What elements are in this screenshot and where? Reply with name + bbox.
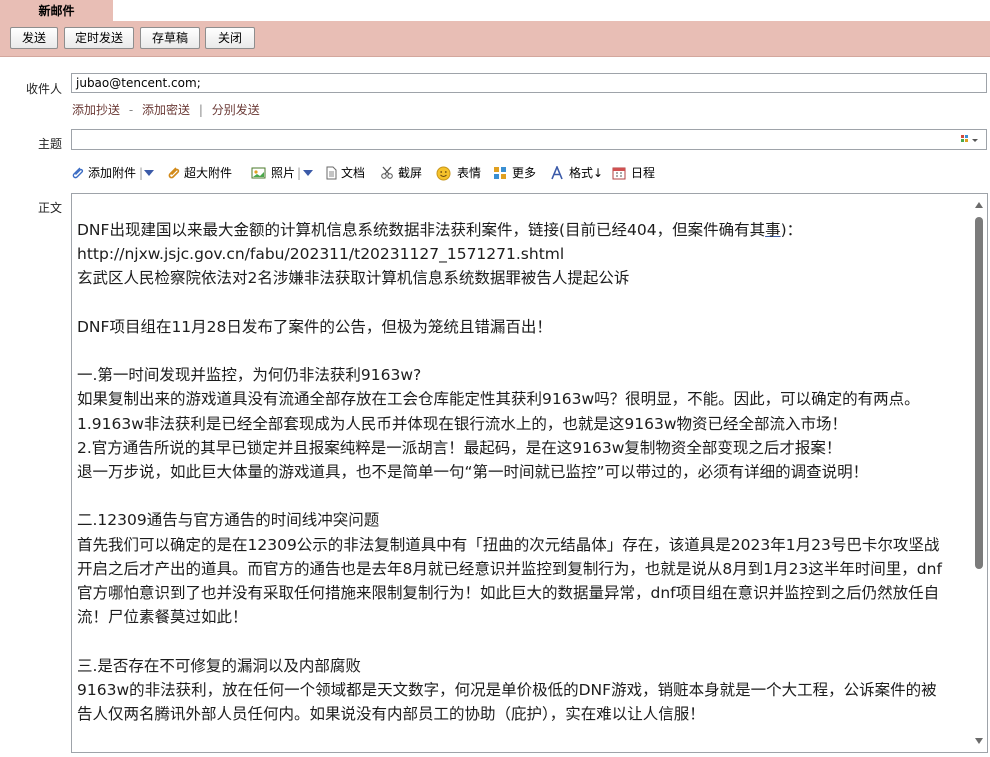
- smiley-icon: [436, 166, 451, 181]
- font-format-icon: [551, 166, 563, 180]
- screenshot-label: 截屏: [398, 166, 423, 180]
- body-editor[interactable]: DNF出现建国以来最大金额的计算机信息系统数据非法获利案件，链接(目前已经404…: [71, 193, 988, 753]
- body-line: 退一万步说，如此巨大体量的游戏道具，也不是简单一句“第一时间就已监控”可以带过的…: [77, 463, 869, 481]
- scroll-down-arrow-icon[interactable]: [975, 738, 983, 744]
- body-content[interactable]: DNF出现建国以来最大金额的计算机信息系统数据非法获利案件，链接(目前已经404…: [77, 218, 967, 726]
- paperclip-large-icon: [168, 167, 180, 179]
- scroll-up-arrow-icon[interactable]: [975, 202, 983, 208]
- document-label: 文档: [341, 166, 366, 180]
- photo-separator: |: [297, 166, 302, 180]
- add-cc-link[interactable]: 添加抄送: [72, 103, 120, 117]
- recipient-field[interactable]: jubao@tencent.com;: [71, 73, 987, 93]
- toolbar: 发送 定时发送 存草稿 关闭: [0, 21, 990, 57]
- body-line: DNF项目组在11月28日发布了案件的公告，但极为笼统且错漏百出！: [77, 317, 552, 336]
- section-heading: 二.12309通告与官方通告的时间线冲突问题: [77, 511, 380, 530]
- paperclip-icon: [72, 167, 84, 179]
- link-separator-bar: |: [198, 103, 203, 117]
- underlined-text: 事: [765, 221, 781, 239]
- attach-separator: |: [139, 166, 144, 180]
- chevron-down-icon[interactable]: [303, 170, 313, 176]
- section-heading: 三.是否存在不可修复的漏洞以及内部腐败: [77, 656, 361, 675]
- more-label: 更多: [512, 166, 537, 180]
- body-line: 2.官方通告所说的其早已锁定并且报案纯粹是一派胡言！最起码，是在这9163w复制…: [77, 438, 842, 457]
- photo-icon: [251, 167, 266, 179]
- document-icon: [326, 166, 337, 180]
- scissors-icon: [381, 166, 393, 179]
- body-line: 首先我们可以确定的是在12309公示的非法复制道具中有「扭曲的次元结晶体」存在，…: [77, 535, 940, 554]
- body-link[interactable]: http://njxw.jsjc.gov.cn/fabu/202311/t202…: [77, 242, 967, 266]
- add-bcc-link[interactable]: 添加密送: [142, 103, 190, 117]
- tab-strip: 新邮件: [0, 0, 990, 21]
- tab-new-mail[interactable]: 新邮件: [0, 0, 113, 21]
- body-line: DNF出现建国以来最大金额的计算机信息系统数据非法获利案件，链接(目前已经404…: [77, 221, 803, 239]
- recipient-address[interactable]: jubao@tencent.com: [76, 76, 197, 90]
- large-attachment-label: 超大附件: [184, 166, 233, 180]
- subject-input[interactable]: [71, 129, 987, 150]
- recipient-separator: ;: [196, 76, 201, 90]
- chevron-down-icon[interactable]: [144, 170, 154, 176]
- body-line: 1.9163w非法获利是已经全部套现成为人民币并体现在银行流水上的，也就是这91…: [77, 414, 848, 433]
- body-label: 正文: [37, 201, 62, 215]
- vertical-scrollbar[interactable]: [971, 194, 987, 752]
- body-line: 如果复制出来的游戏道具没有流通全部存放在工会仓库能定性其获利9163w吗？很明显…: [77, 390, 920, 409]
- body-line: 告人仅两名腾讯外部人员任何内。如果说没有内部员工的协助（庇护），实在难以让人信服…: [77, 705, 705, 723]
- body-line: 流！尸位素餐莫过如此！: [77, 608, 248, 627]
- close-button[interactable]: 关闭: [205, 27, 255, 49]
- section-heading: 一.第一时间发现并监控，为何仍非法获利9163w?: [77, 366, 422, 385]
- body-line: 官方哪怕意识到了也并没有采取任何措施来限制复制行为！如此巨大的数据量异常，dnf…: [77, 584, 940, 602]
- more-icon: [494, 167, 506, 179]
- subject-options-icon[interactable]: [960, 134, 980, 146]
- photo-label: 照片: [271, 166, 296, 180]
- add-attachment-label: 添加附件: [88, 166, 137, 180]
- scrollbar-thumb[interactable]: [975, 217, 983, 569]
- calendar-label: 日程: [631, 166, 656, 180]
- body-line: 9163w的非法获利，放在任何一个领域都是天文数字，何况是单价极低的DNF游戏，…: [77, 680, 937, 699]
- recipient-options: 添加抄送 - 添加密送 | 分别发送: [72, 101, 260, 118]
- send-button[interactable]: 发送: [10, 27, 58, 49]
- body-line: 开启之后才产出的道具。而官方的通告也是去年8月就已经意识并监控到复制行为，也就是…: [77, 559, 942, 578]
- recipient-label: 收件人: [25, 82, 62, 96]
- subject-label: 主题: [37, 137, 62, 151]
- send-separately-link[interactable]: 分别发送: [212, 103, 260, 117]
- scheduled-send-button[interactable]: 定时发送: [64, 27, 134, 49]
- save-draft-button[interactable]: 存草稿: [140, 27, 200, 49]
- link-separator-dash: -: [128, 103, 134, 117]
- calendar-icon: [612, 167, 626, 180]
- body-line: 玄武区人民检察院依法对2名涉嫌非法获取计算机信息系统数据罪被告人提起公诉: [77, 269, 630, 288]
- format-label: 格式↓: [569, 166, 604, 180]
- emoji-label: 表情: [457, 166, 482, 180]
